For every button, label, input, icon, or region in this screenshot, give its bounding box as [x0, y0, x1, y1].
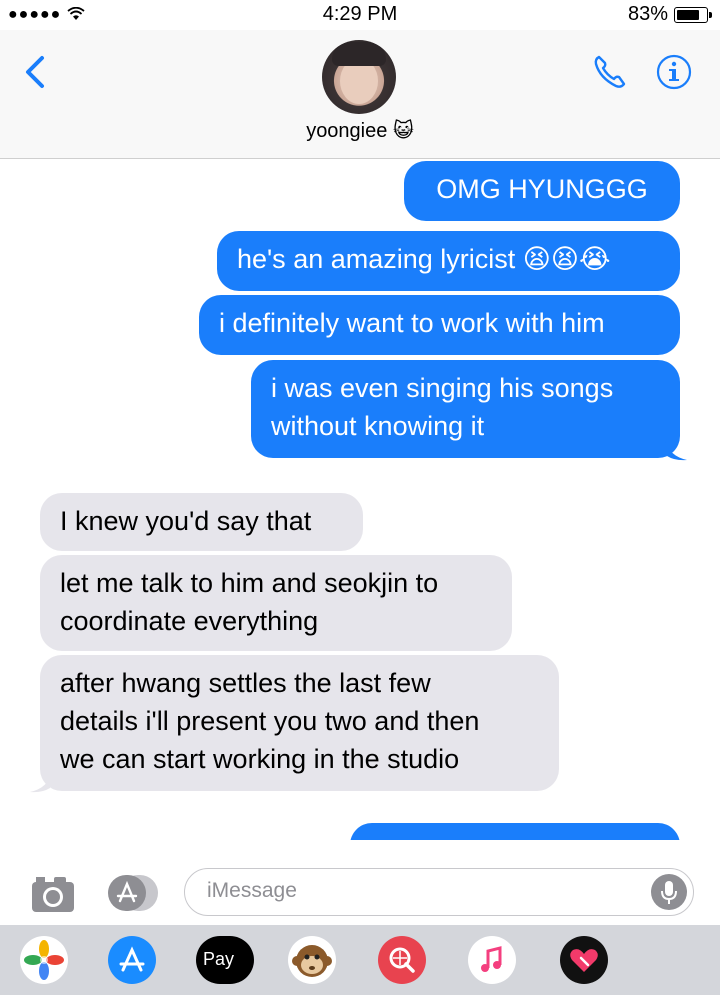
battery-icon	[674, 6, 712, 23]
contact-name-text: yoongiee	[306, 120, 388, 142]
message-bubble-sent[interactable]: he's an amazing lyricist 😫😫😭	[217, 231, 680, 291]
animoji-monkey-icon[interactable]	[288, 936, 336, 984]
status-time: 4:29 PM	[322, 3, 398, 25]
bubble-tail	[665, 440, 687, 461]
status-bar: ●●●●● 4:29 PM 83%	[0, 0, 720, 30]
apple-pay-icon[interactable]: Pay	[196, 936, 254, 984]
message-bubble-received[interactable]: let me talk to him and seokjin to coordi…	[40, 555, 512, 651]
contact-name[interactable]: yoongiee 😺	[0, 118, 720, 143]
music-icon[interactable]	[468, 936, 516, 984]
camera-icon[interactable]	[30, 874, 76, 914]
bubble-tail	[30, 772, 52, 793]
message-thread[interactable]: OMG HYUNGGG he's an amazing lyricist 😫😫😭…	[0, 158, 720, 840]
message-bubble-sent[interactable]: i definitely want to work with him	[199, 295, 680, 355]
message-bubble-sent[interactable]: i was even singing his songs without kno…	[251, 360, 680, 458]
microphone-icon[interactable]	[651, 874, 687, 910]
message-composer: iMessage	[0, 840, 720, 925]
digital-touch-icon[interactable]	[560, 936, 608, 984]
contact-avatar[interactable]	[322, 40, 396, 114]
cat-emoji: 😺	[392, 120, 414, 142]
apple-pay-label: Pay	[203, 949, 235, 969]
web-search-icon[interactable]	[378, 936, 426, 984]
back-chevron-icon[interactable]	[20, 52, 50, 92]
info-icon[interactable]	[656, 54, 692, 90]
app-store-drawer-icon[interactable]	[106, 874, 160, 912]
imessage-input[interactable]: iMessage	[184, 868, 694, 916]
message-bubble-sent-partial[interactable]	[350, 823, 680, 840]
conversation-header: yoongiee 😺	[0, 30, 720, 159]
message-bubble-received[interactable]: I knew you'd say that	[40, 493, 363, 551]
app-drawer-tray: Pay	[0, 925, 720, 995]
app-store-icon[interactable]	[108, 936, 156, 984]
photos-icon[interactable]	[20, 936, 68, 984]
battery-percent: 83%	[627, 3, 668, 25]
message-bubble-sent[interactable]: OMG HYUNGGG	[404, 161, 680, 221]
input-placeholder: iMessage	[207, 879, 297, 902]
phone-icon[interactable]	[590, 52, 630, 92]
message-bubble-received[interactable]: after hwang settles the last few details…	[40, 655, 559, 791]
battery-indicator: 83%	[627, 3, 712, 26]
